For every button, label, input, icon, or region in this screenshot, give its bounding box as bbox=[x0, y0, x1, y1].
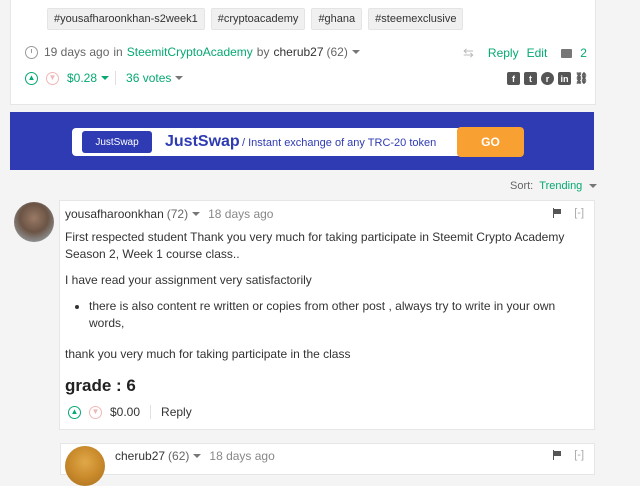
tag-list: #yousafharoonkhan-s2week1 #cryptoacademy… bbox=[47, 8, 464, 30]
reply-header: cherub27 (62) 18 days ago bbox=[115, 449, 275, 463]
comment-body: First respected student Thank you very m… bbox=[65, 229, 585, 372]
resteem-icon[interactable]: ⇆ bbox=[463, 45, 474, 61]
upvote-icon[interactable]: ▲ bbox=[68, 405, 81, 419]
chevron-down-icon[interactable] bbox=[193, 454, 202, 458]
votes-count[interactable]: 36 votes bbox=[126, 71, 171, 85]
chevron-down-icon[interactable] bbox=[351, 50, 360, 54]
reddit-icon[interactable]: r bbox=[541, 72, 554, 85]
sort-value[interactable]: Trending bbox=[539, 180, 582, 192]
post-author[interactable]: cherub27 bbox=[273, 45, 323, 59]
comment-footer: ▲ ▼ $0.00 Reply bbox=[68, 405, 192, 419]
comment: yousafharoonkhan (72) 18 days ago [-] Fi… bbox=[59, 200, 595, 430]
flag-icon[interactable] bbox=[553, 450, 562, 460]
list-item: there is also content re written or copi… bbox=[89, 298, 585, 332]
tag[interactable]: #steemexclusive bbox=[368, 8, 464, 30]
comment-paragraph: I have read your assignment very satisfa… bbox=[65, 273, 312, 287]
post-age: 19 days ago bbox=[44, 45, 110, 59]
post-payout[interactable]: $0.28 bbox=[67, 71, 97, 85]
post-author-reputation: (62) bbox=[326, 45, 348, 59]
avatar[interactable] bbox=[14, 202, 54, 242]
chevron-down-icon[interactable] bbox=[101, 76, 110, 80]
chevron-down-icon[interactable] bbox=[175, 76, 184, 80]
comment-age[interactable]: 18 days ago bbox=[208, 207, 273, 221]
facebook-icon[interactable]: f bbox=[507, 72, 520, 85]
reply-age[interactable]: 18 days ago bbox=[209, 449, 274, 463]
post-meta: 19 days ago in SteemitCryptoAcademy by c… bbox=[25, 45, 360, 59]
downvote-icon[interactable]: ▼ bbox=[89, 405, 102, 419]
comment-paragraph: thank you very much for taking participa… bbox=[65, 347, 351, 361]
divider bbox=[115, 71, 117, 85]
comment-payout[interactable]: $0.00 bbox=[110, 405, 140, 419]
divider bbox=[150, 405, 152, 419]
reply-author[interactable]: cherub27 bbox=[115, 449, 165, 463]
collapse-toggle[interactable]: [-] bbox=[574, 207, 584, 219]
comment-controls: [-] bbox=[553, 207, 584, 219]
reply-button[interactable]: Reply bbox=[488, 46, 519, 60]
share-icons: f t r in ⛓ bbox=[507, 72, 588, 85]
flag-icon[interactable] bbox=[553, 208, 562, 218]
post-footer-card: #yousafharoonkhan-s2week1 #cryptoacademy… bbox=[10, 0, 596, 105]
chevron-down-icon[interactable] bbox=[192, 212, 201, 216]
downvote-icon[interactable]: ▼ bbox=[46, 71, 59, 85]
comment-reply-button[interactable]: Reply bbox=[161, 405, 192, 419]
comments-icon[interactable] bbox=[561, 48, 573, 58]
comment-paragraph: First respected student Thank you very m… bbox=[65, 230, 565, 261]
sort-label: Sort: bbox=[510, 180, 534, 192]
collapse-toggle[interactable]: [-] bbox=[574, 449, 584, 461]
edit-button[interactable]: Edit bbox=[527, 46, 548, 60]
comment-header: yousafharoonkhan (72) 18 days ago bbox=[65, 207, 273, 221]
tag[interactable]: #cryptoacademy bbox=[210, 8, 306, 30]
post-actions: ⇆ Reply Edit 2 bbox=[463, 45, 587, 61]
sort-control[interactable]: Sort: Trending bbox=[510, 180, 598, 192]
in-word: in bbox=[113, 45, 123, 59]
banner-subtitle: / Instant exchange of any TRC-20 token bbox=[242, 137, 437, 149]
clock-icon bbox=[25, 45, 38, 59]
banner-title: JustSwap bbox=[165, 133, 240, 150]
linkedin-icon[interactable]: in bbox=[558, 72, 571, 85]
chevron-down-icon[interactable] bbox=[589, 184, 598, 189]
justswap-logo-text: JustSwap bbox=[95, 136, 139, 148]
post-vote-row: ▲ ▼ $0.28 36 votes bbox=[25, 71, 184, 85]
go-button[interactable]: GO bbox=[457, 127, 524, 157]
justswap-logo: JustSwap bbox=[82, 131, 152, 153]
by-word: by bbox=[256, 45, 270, 59]
reply-author-reputation: (62) bbox=[168, 449, 190, 463]
twitter-icon[interactable]: t bbox=[524, 72, 537, 85]
upvote-icon[interactable]: ▲ bbox=[25, 71, 38, 85]
comment-count[interactable]: 2 bbox=[580, 46, 587, 60]
link-icon[interactable]: ⛓ bbox=[575, 72, 589, 85]
grade-heading: grade : 6 bbox=[65, 376, 136, 395]
reply-controls: [-] bbox=[553, 449, 584, 461]
tag[interactable]: #ghana bbox=[311, 8, 363, 30]
comment-author-reputation: (72) bbox=[166, 207, 189, 221]
comment-list: there is also content re written or copi… bbox=[65, 298, 585, 332]
comment-author[interactable]: yousafharoonkhan bbox=[65, 207, 164, 221]
community-link[interactable]: SteemitCryptoAcademy bbox=[127, 45, 253, 59]
tag[interactable]: #yousafharoonkhan-s2week1 bbox=[47, 8, 205, 30]
avatar[interactable] bbox=[65, 446, 105, 486]
